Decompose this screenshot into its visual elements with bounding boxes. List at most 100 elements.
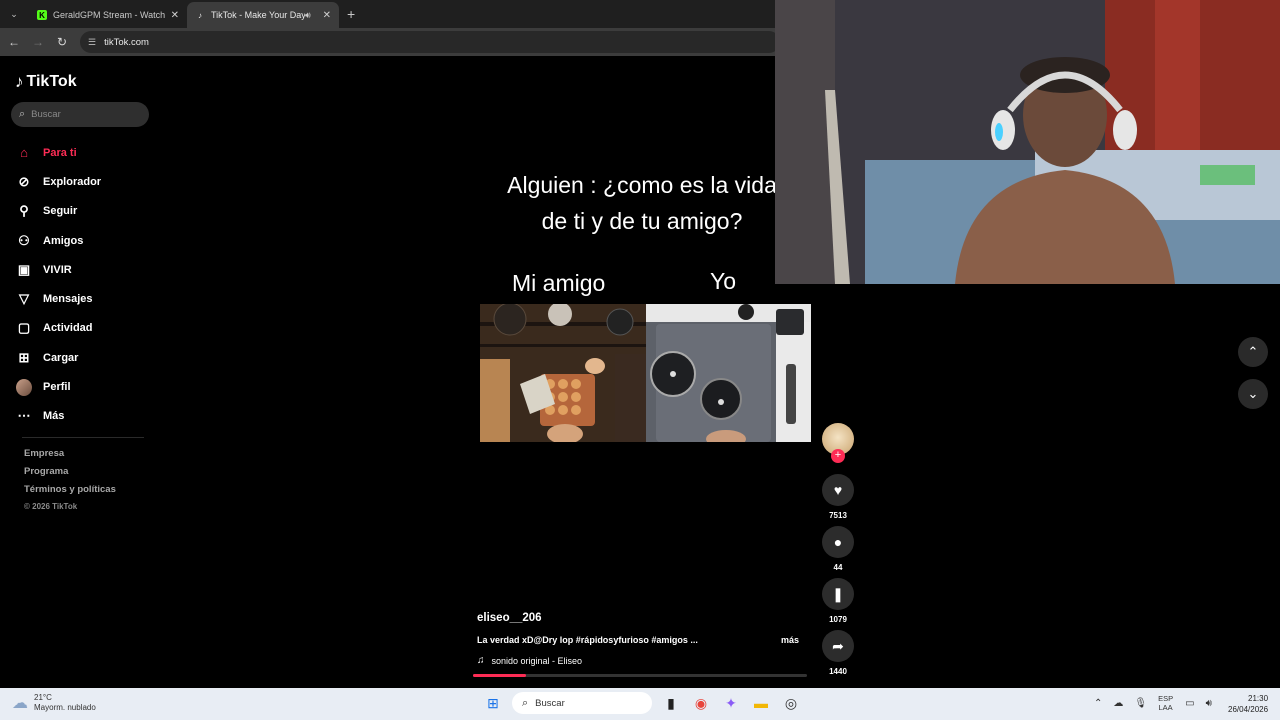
taskbar-apps: ⊞ ⌕ Buscar ▮ ◉ ✦ ▬ ◎ [482,692,810,714]
link-programa[interactable]: Programa [24,466,116,484]
tab-title: TikTok - Make Your Day [211,10,305,20]
site-settings-icon[interactable]: ☰ [88,37,96,48]
lang-layout: LAA [1158,703,1173,712]
tab-title: GeraldGPM Stream - Watch Live [53,10,167,20]
system-tray: ⌃ ☁ 🎙︎ ESP LAA ▭ 🔊︎ [1094,694,1223,712]
more-icon: ⋯ [17,408,31,424]
clock[interactable]: 21:30 26/04/2026 [1228,693,1268,715]
home-icon: ⌂ [20,145,28,161]
avatar [16,378,32,396]
close-icon[interactable]: ✕ [171,10,179,21]
send-icon: ▽ [19,291,29,307]
like-count: 7513 [829,511,847,520]
sidebar-item-perfil[interactable]: Perfil [16,372,101,401]
follow-plus-icon[interactable]: + [831,449,845,463]
search-icon: ⌕ [522,696,529,709]
caption-line-1: Alguien : ¿como es la vida [507,172,777,198]
cloud-sun-icon: ☁ [12,695,28,712]
sidebar-item-label: VIVIR [43,263,72,276]
sidebar-item-cargar[interactable]: ⊞ Cargar [16,343,101,372]
taskbar-search-label: Buscar [535,697,565,709]
sidebar-item-label: Perfil [43,381,71,394]
reload-button[interactable]: ↻ [52,35,72,49]
sidebar-item-vivir[interactable]: ▣ VIVIR [16,255,101,284]
creator-avatar[interactable]: + [822,423,854,463]
video-progress-bar[interactable] [473,674,807,677]
video-frame-right [646,304,811,442]
friends-icon: ⚇ [18,232,30,248]
sidebar-item-amigos[interactable]: ⚇ Amigos [16,226,101,255]
onedrive-icon[interactable]: ☁ [1113,698,1123,709]
activity-icon: ▢ [17,320,31,336]
video-caption: Alguien : ¿como es la vida de ti y de tu… [472,167,812,239]
share-action[interactable]: ➦ 1440 [820,630,856,678]
webcam-feed-image [775,0,1280,284]
sidebar-item-explorador[interactable]: ⊘ Explorador [16,167,102,196]
windows-start-icon[interactable]: ⊞ [482,692,504,714]
tab-tiktok[interactable]: ♪ TikTok - Make Your Day 🔊︎ ✕ [187,2,339,28]
divider [22,437,144,438]
previous-video-button[interactable]: ⌃ [1238,337,1268,367]
like-action[interactable]: ♥ 7513 [820,474,856,522]
video-description: La verdad xD@Dry lop #rápidosyfurioso #a… [477,635,698,645]
logo-text: TikTok [26,73,77,90]
sidebar-item-mensajes[interactable]: ▽ Mensajes [16,284,101,313]
language-indicator[interactable]: ESP LAA [1158,694,1173,712]
url-text: tikTok.com [104,36,149,48]
save-count: 1079 [829,615,847,624]
search-icon: ⌕ [19,108,26,120]
search-input[interactable]: ⌕ Buscar [11,102,149,127]
task-view-icon[interactable]: ▮ [660,692,682,714]
obs-icon[interactable]: ◎ [780,692,802,714]
caption-line-2: de ti y de tu amigo? [541,208,743,234]
clock-date: 26/04/2026 [1228,705,1269,714]
sidebar-item-seguir[interactable]: ⚲ Seguir [16,197,101,226]
url-input[interactable]: ☰ tikTok.com [80,31,780,53]
taskbar-search[interactable]: ⌕ Buscar [512,692,652,714]
stove-scene-image [480,304,646,442]
volume-icon[interactable]: 🔊︎ [1206,698,1212,709]
tiktok-note-icon: ♪ [15,72,24,91]
share-count: 1440 [829,667,847,676]
label-mi-amigo: Mi amigo [512,270,606,296]
save-action[interactable]: ❚ 1079 [820,578,856,626]
next-video-button[interactable]: ⌄ [1238,379,1268,409]
search-placeholder: Buscar [31,109,61,120]
tab-search-button[interactable]: ⌄ [5,5,23,23]
link-terminos[interactable]: Términos y políticas [24,484,116,502]
comment-action[interactable]: ● 44 [820,526,856,574]
tiktok-favicon-icon: ♪ [198,10,202,20]
speaker-icon[interactable]: 🔊︎ [305,10,311,21]
forward-button[interactable]: → [28,35,48,49]
tiktok-logo[interactable]: ♪ TikTok [15,72,77,92]
file-explorer-icon[interactable]: ▬ [750,692,772,714]
sidebar-item-para-ti[interactable]: ⌂ Para ti [16,138,101,167]
heart-icon[interactable]: ♥ [822,474,854,506]
share-icon[interactable]: ➦ [822,630,854,662]
comment-icon[interactable]: ● [822,526,854,558]
sidebar-item-label: Mensajes [43,293,93,306]
weather-widget[interactable]: ☁ 21°C Mayorm. nublado [12,693,96,713]
microphone-icon[interactable]: 🎙︎ [1134,698,1147,709]
lang-code: ESP [1158,694,1174,703]
link-empresa[interactable]: Empresa [24,448,116,466]
new-tab-button[interactable]: + [347,6,355,22]
sound-link[interactable]: ♫ sonido original - Eliseo [477,655,582,666]
tab-geraldgpm[interactable]: K GeraldGPM Stream - Watch Live ✕ [29,2,187,28]
close-icon[interactable]: ✕ [323,10,331,21]
sidebar-item-actividad[interactable]: ▢ Actividad [16,314,101,343]
back-button[interactable]: ← [4,35,24,49]
video-username[interactable]: eliseo__206 [477,612,542,624]
chevron-up-icon[interactable]: ⌃ [1094,698,1102,709]
copilot-icon[interactable]: ✦ [720,692,742,714]
sidebar-item-label: Cargar [43,351,79,364]
more-button[interactable]: más [781,635,799,645]
video-actions: + ♥ 7513 ● 44 ❚ 1079 ➦ 1440 [820,423,856,676]
chrome-icon[interactable]: ◉ [690,692,712,714]
sidebar-item-label: Para ti [43,146,77,159]
video-player[interactable]: Alguien : ¿como es la vida de ti y de tu… [472,59,812,679]
network-icon[interactable]: ▭ [1185,698,1194,709]
live-tv-icon: ▣ [17,261,31,277]
sidebar-item-mas[interactable]: ⋯ Más [16,402,101,431]
bookmark-icon[interactable]: ❚ [822,578,854,610]
